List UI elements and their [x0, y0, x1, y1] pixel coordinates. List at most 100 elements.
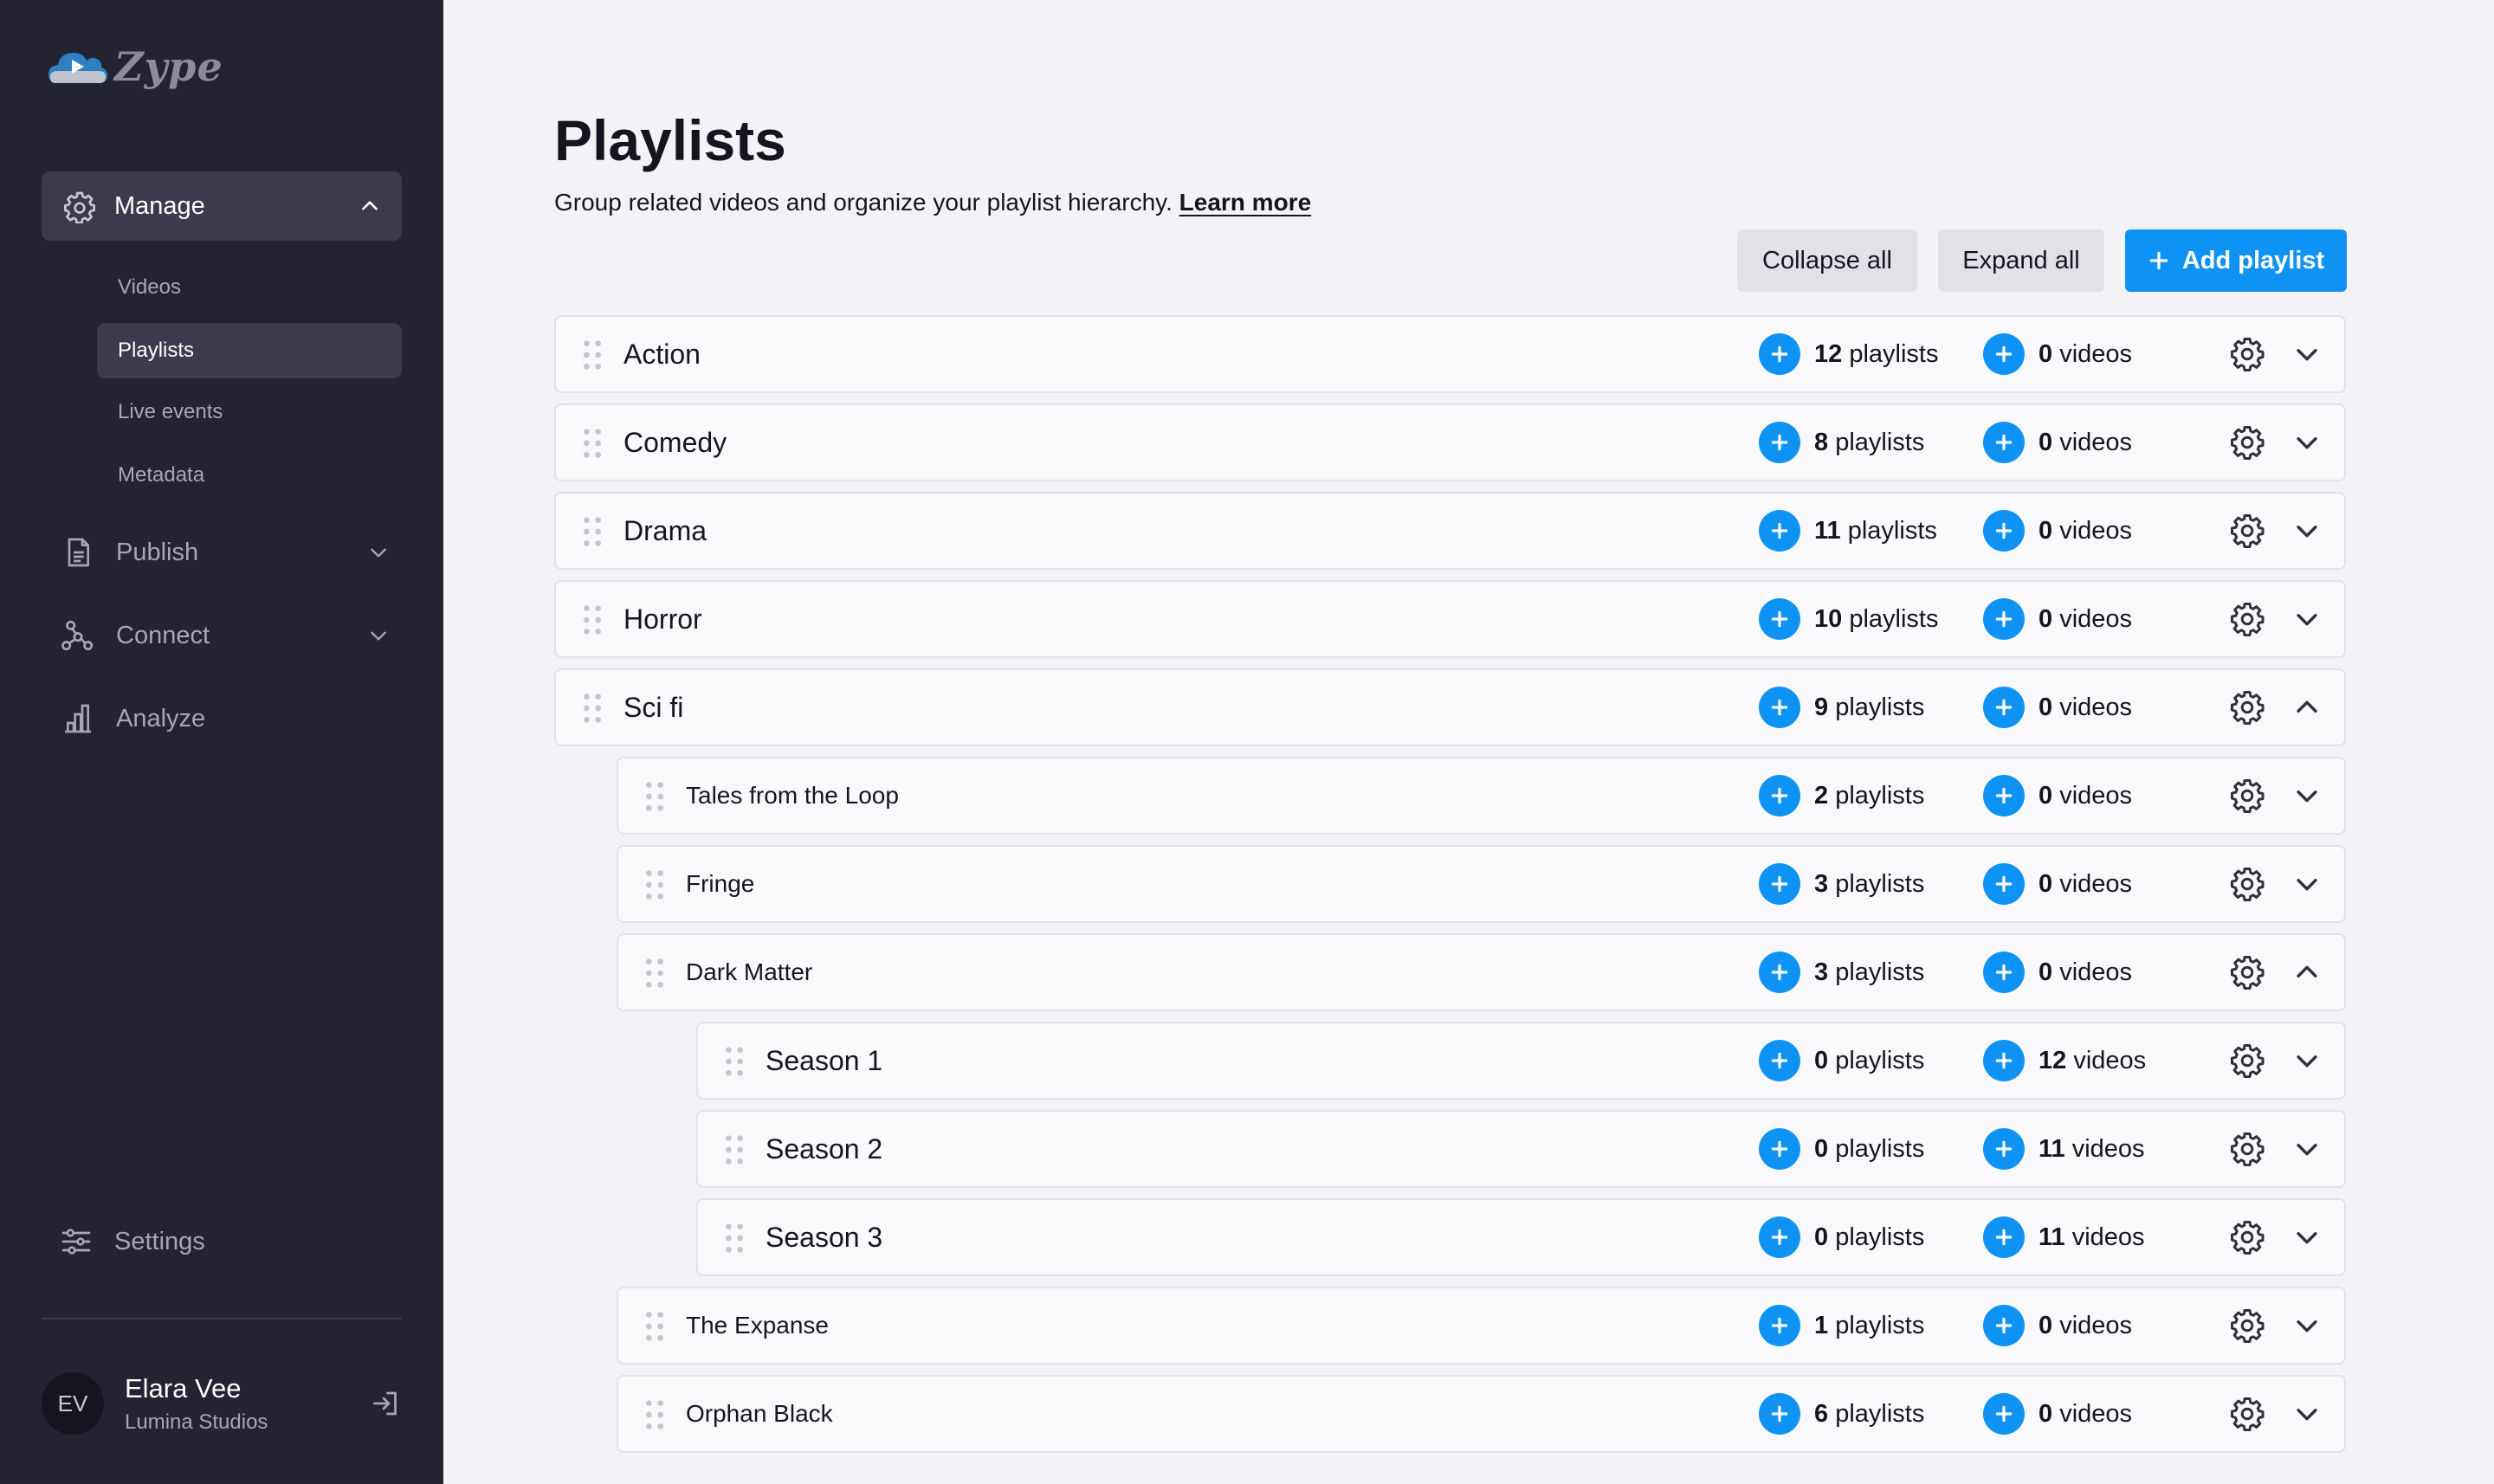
collapse-button[interactable] [2292, 693, 2322, 726]
add-videos-button[interactable] [1983, 1393, 2025, 1435]
playlist-row[interactable]: Season 3 0 playlists 11 videos [696, 1198, 2346, 1276]
sidebar-item-videos[interactable]: Videos [97, 260, 402, 315]
drag-handle[interactable] [637, 954, 672, 997]
sidebar-item-live-events[interactable]: Live events [97, 384, 402, 440]
playlist-title[interactable]: Season 3 [766, 1200, 882, 1274]
expand-button[interactable] [2292, 516, 2322, 550]
add-playlists-button[interactable] [1759, 775, 1800, 816]
playlist-settings-button[interactable] [2229, 1042, 2265, 1083]
playlist-row[interactable]: The Expanse 1 playlists 0 videos [617, 1287, 2346, 1365]
learn-more-link[interactable]: Learn more [1179, 189, 1312, 216]
playlist-title[interactable]: Drama [624, 494, 707, 568]
drag-handle[interactable] [575, 601, 610, 643]
playlist-title[interactable]: Sci fi [624, 670, 683, 745]
add-playlists-button[interactable] [1759, 863, 1800, 905]
expand-button[interactable] [2292, 869, 2322, 903]
drag-handle[interactable] [637, 1307, 672, 1350]
playlist-settings-button[interactable] [2229, 866, 2265, 907]
add-playlists-button[interactable] [1759, 1128, 1800, 1170]
playlist-title[interactable]: Horror [624, 582, 702, 656]
drag-handle[interactable] [637, 866, 672, 908]
playlist-row[interactable]: Drama 11 playlists 0 videos [554, 492, 2346, 570]
expand-button[interactable] [2292, 781, 2322, 815]
playlist-title[interactable]: Season 1 [766, 1023, 882, 1098]
add-videos-button[interactable] [1983, 1128, 2025, 1170]
add-videos-button[interactable] [1983, 333, 2025, 375]
logout-icon[interactable] [371, 1388, 402, 1419]
drag-handle[interactable] [637, 777, 672, 820]
add-playlists-button[interactable] [1759, 1040, 1800, 1081]
sidebar-item-playlists[interactable]: Playlists [97, 323, 402, 378]
playlist-row[interactable]: Tales from the Loop 2 playlists 0 videos [617, 757, 2346, 835]
playlist-settings-button[interactable] [2229, 777, 2265, 818]
drag-handle[interactable] [717, 1131, 752, 1173]
playlist-settings-button[interactable] [2229, 513, 2265, 553]
drag-handle[interactable] [717, 1042, 752, 1085]
playlist-title[interactable]: Tales from the Loop [686, 758, 899, 833]
add-playlists-button[interactable] [1759, 598, 1800, 640]
playlist-row[interactable]: Season 1 0 playlists 12 videos [696, 1022, 2346, 1100]
playlist-row[interactable]: Dark Matter 3 playlists 0 videos [617, 933, 2346, 1011]
playlist-row[interactable]: Action 12 playlists 0 videos [554, 315, 2346, 393]
nav-publish[interactable]: Publish [61, 526, 390, 578]
playlist-row[interactable]: Fringe 3 playlists 0 videos [617, 845, 2346, 923]
playlist-settings-button[interactable] [2229, 336, 2265, 377]
zype-logo[interactable]: Zype [47, 43, 223, 90]
playlist-title[interactable]: Season 2 [766, 1112, 882, 1186]
expand-button[interactable] [2292, 1134, 2322, 1168]
drag-handle[interactable] [575, 336, 610, 378]
add-playlists-button[interactable] [1759, 422, 1800, 463]
add-playlist-button[interactable]: Add playlist [2125, 229, 2347, 292]
playlist-settings-button[interactable] [2229, 954, 2265, 995]
playlist-title[interactable]: The Expanse [686, 1288, 829, 1363]
drag-handle[interactable] [637, 1396, 672, 1438]
add-playlists-button[interactable] [1759, 1216, 1800, 1258]
expand-button[interactable] [2292, 1223, 2322, 1256]
add-videos-button[interactable] [1983, 952, 2025, 993]
add-videos-button[interactable] [1983, 775, 2025, 816]
drag-handle[interactable] [575, 424, 610, 467]
drag-handle[interactable] [575, 689, 610, 732]
add-playlists-button[interactable] [1759, 333, 1800, 375]
playlist-settings-button[interactable] [2229, 601, 2265, 642]
playlist-title[interactable]: Orphan Black [686, 1377, 833, 1451]
add-videos-button[interactable] [1983, 1040, 2025, 1081]
sidebar-item-metadata[interactable]: Metadata [97, 448, 402, 503]
add-playlists-button[interactable] [1759, 1393, 1800, 1435]
playlist-row[interactable]: Horror 10 playlists 0 videos [554, 580, 2346, 658]
playlist-title[interactable]: Action [624, 317, 701, 391]
expand-all-button[interactable]: Expand all [1938, 229, 2104, 292]
playlist-row[interactable]: Orphan Black 6 playlists 0 videos [617, 1375, 2346, 1453]
playlist-row[interactable]: Season 2 0 playlists 11 videos [696, 1110, 2346, 1188]
add-playlists-button[interactable] [1759, 687, 1800, 728]
add-videos-button[interactable] [1983, 687, 2025, 728]
user-profile[interactable]: EV Elara Vee Lumina Studios [42, 1371, 402, 1436]
collapse-button[interactable] [2292, 958, 2322, 991]
add-playlists-button[interactable] [1759, 952, 1800, 993]
playlist-row[interactable]: Comedy 8 playlists 0 videos [554, 403, 2346, 481]
nav-connect[interactable]: Connect [61, 610, 390, 661]
playlist-row[interactable]: Sci fi 9 playlists 0 videos [554, 668, 2346, 746]
add-videos-button[interactable] [1983, 510, 2025, 552]
collapse-all-button[interactable]: Collapse all [1737, 229, 1917, 292]
add-videos-button[interactable] [1983, 422, 2025, 463]
drag-handle[interactable] [575, 513, 610, 555]
playlist-settings-button[interactable] [2229, 1131, 2265, 1171]
add-videos-button[interactable] [1983, 598, 2025, 640]
expand-button[interactable] [2292, 1046, 2322, 1080]
expand-button[interactable] [2292, 339, 2322, 373]
playlist-settings-button[interactable] [2229, 1307, 2265, 1348]
add-videos-button[interactable] [1983, 1216, 2025, 1258]
nav-manage[interactable]: Manage [42, 171, 402, 241]
add-playlists-button[interactable] [1759, 510, 1800, 552]
add-playlists-button[interactable] [1759, 1305, 1800, 1346]
add-videos-button[interactable] [1983, 1305, 2025, 1346]
playlist-settings-button[interactable] [2229, 1219, 2265, 1260]
add-videos-button[interactable] [1983, 863, 2025, 905]
expand-button[interactable] [2292, 1399, 2322, 1433]
playlist-settings-button[interactable] [2229, 1396, 2265, 1436]
playlist-title[interactable]: Dark Matter [686, 935, 812, 1010]
drag-handle[interactable] [717, 1219, 752, 1261]
nav-analyze[interactable]: Analyze [61, 693, 390, 745]
expand-button[interactable] [2292, 604, 2322, 638]
